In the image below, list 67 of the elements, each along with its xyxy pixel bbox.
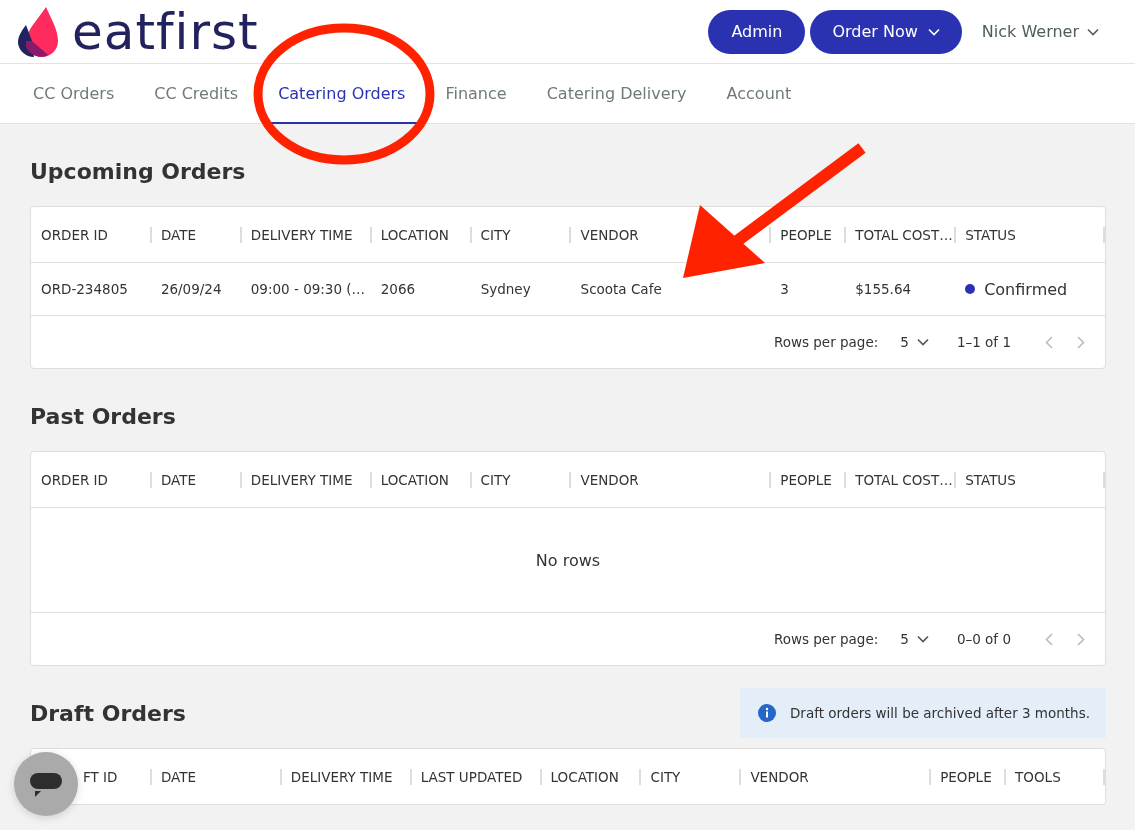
column-header[interactable]: PEOPLE <box>940 768 992 785</box>
table-cell-text: 26/09/24 <box>159 280 223 299</box>
column-header[interactable]: VENDOR <box>750 768 809 785</box>
chevron-down-icon <box>916 338 929 346</box>
nav-tab[interactable]: CC Credits <box>139 64 254 124</box>
column-header[interactable]: CITY <box>650 768 681 785</box>
column-header[interactable]: LOCATION <box>550 768 619 785</box>
chevron-down-icon <box>1087 27 1099 36</box>
table-cell-text: 09:00 - 09:30 (… <box>249 280 367 299</box>
table-cell-text: ORD-234805 <box>40 280 129 299</box>
table-cell-text: 2066 <box>379 280 417 299</box>
empty-message: No rows <box>535 550 601 570</box>
status-text: Confirmed <box>984 279 1068 299</box>
rows-per-page-select[interactable]: 5 <box>900 631 929 647</box>
column-header[interactable]: CITY <box>480 471 511 488</box>
admin-button[interactable]: Admin <box>708 9 806 54</box>
rows-per-page-label: Rows per page: <box>773 334 879 350</box>
column-header[interactable]: DELIVERY TIME <box>290 768 393 785</box>
table-cell-text: Sydney <box>479 280 532 299</box>
column-header[interactable]: DATE <box>160 768 197 785</box>
table-cell-text: $155.64 <box>854 280 913 299</box>
rows-per-page-label: Rows per page: <box>773 631 879 647</box>
table-cell-text: Scoota Cafe <box>579 280 663 299</box>
chevron-down-icon <box>916 635 929 643</box>
page-range: 1–1 of 1 <box>956 334 1011 350</box>
column-header[interactable]: DELIVERY TIME <box>250 471 353 488</box>
rows-per-page-select[interactable]: 5 <box>900 334 929 350</box>
section-title: Draft Orders <box>30 699 187 726</box>
info-icon <box>757 704 776 722</box>
previous-page-icon[interactable] <box>1045 335 1053 349</box>
section-title: Upcoming Orders <box>30 157 247 184</box>
column-header[interactable]: VENDOR <box>580 226 639 243</box>
column-header[interactable]: ORDER ID <box>41 471 108 488</box>
column-header[interactable]: DATE <box>160 226 196 243</box>
column-header[interactable]: DATE <box>160 471 196 488</box>
nav-tab[interactable]: Finance <box>430 64 522 124</box>
order-now-button[interactable]: Order Now <box>810 9 962 54</box>
nav-tab[interactable]: Account <box>711 64 807 124</box>
logo-text: eatfirst <box>72 6 259 57</box>
column-header[interactable]: FT ID <box>83 768 118 785</box>
previous-page-icon[interactable] <box>1045 632 1053 646</box>
column-header[interactable]: LAST UPDATED <box>420 768 523 785</box>
column-header[interactable]: CITY <box>480 226 511 243</box>
column-header[interactable]: DELIVERY TIME <box>250 226 353 243</box>
column-header[interactable]: LOCATION <box>380 226 449 243</box>
table-cell-text: 3 <box>779 280 790 299</box>
next-page-icon[interactable] <box>1077 632 1085 646</box>
column-header[interactable]: PEOPLE <box>780 471 832 488</box>
nav-tab[interactable]: Catering Orders <box>263 64 421 124</box>
column-header[interactable]: VENDOR <box>580 471 639 488</box>
column-header[interactable]: TOTAL COST… <box>855 226 953 243</box>
page-range: 0–0 of 0 <box>956 631 1011 647</box>
chevron-down-icon <box>927 27 940 36</box>
column-header[interactable]: TOTAL COST… <box>855 471 953 488</box>
column-header[interactable]: STATUS <box>965 226 1016 243</box>
column-header[interactable]: PEOPLE <box>780 226 832 243</box>
chat-button[interactable] <box>14 752 78 816</box>
next-page-icon[interactable] <box>1077 335 1085 349</box>
column-header[interactable]: ORDER ID <box>41 226 108 243</box>
column-header[interactable]: STATUS <box>965 471 1016 488</box>
column-header[interactable]: LOCATION <box>380 471 449 488</box>
nav-tab[interactable]: CC Orders <box>18 64 130 124</box>
section-title: Past Orders <box>30 402 177 429</box>
nav-tab[interactable]: Catering Delivery <box>531 64 702 124</box>
info-text: Draft orders will be archived after 3 months. <box>789 705 1090 721</box>
user-menu[interactable]: Nick Werner <box>981 22 1099 41</box>
column-header[interactable]: TOOLS <box>1015 768 1061 785</box>
